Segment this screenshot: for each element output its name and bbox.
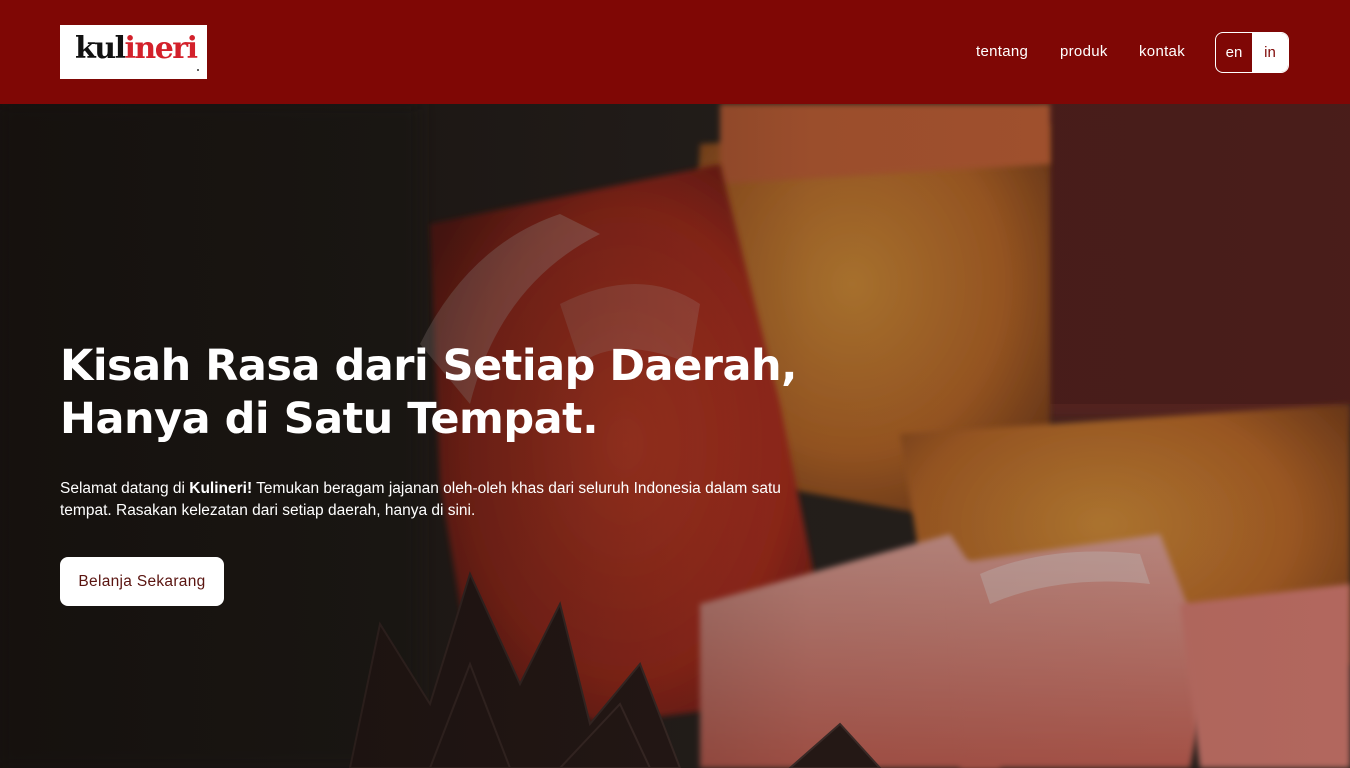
- nav-link-kontak[interactable]: kontak: [1139, 43, 1185, 60]
- hero-section: Kisah Rasa dari Setiap Daerah, Hanya di …: [0, 104, 1350, 768]
- nav-link-produk[interactable]: produk: [1060, 43, 1108, 60]
- logo-dot: [197, 69, 199, 71]
- language-in-button[interactable]: in: [1252, 33, 1288, 72]
- hero-description: Selamat datang di Kulineri! Temukan bera…: [60, 478, 800, 522]
- kulineri-logo[interactable]: kulineri: [60, 25, 207, 79]
- language-en-button[interactable]: en: [1216, 33, 1252, 72]
- hero-title-line-2: Hanya di Satu Tempat.: [60, 394, 599, 444]
- hero-desc-brand: Kulineri!: [189, 480, 253, 497]
- hero-title-line-1: Kisah Rasa dari Setiap Daerah,: [60, 341, 797, 391]
- nav-link-tentang[interactable]: tentang: [976, 43, 1028, 60]
- hero-desc-intro: Selamat datang di: [60, 480, 190, 497]
- hero-title: Kisah Rasa dari Setiap Daerah, Hanya di …: [60, 340, 820, 446]
- top-navbar: kulineri tentang produk kontak en in: [0, 0, 1350, 104]
- logo-wordmark: kulineri: [75, 31, 198, 66]
- shop-now-button[interactable]: Belanja Sekarang: [60, 557, 224, 606]
- language-switcher: en in: [1215, 32, 1289, 73]
